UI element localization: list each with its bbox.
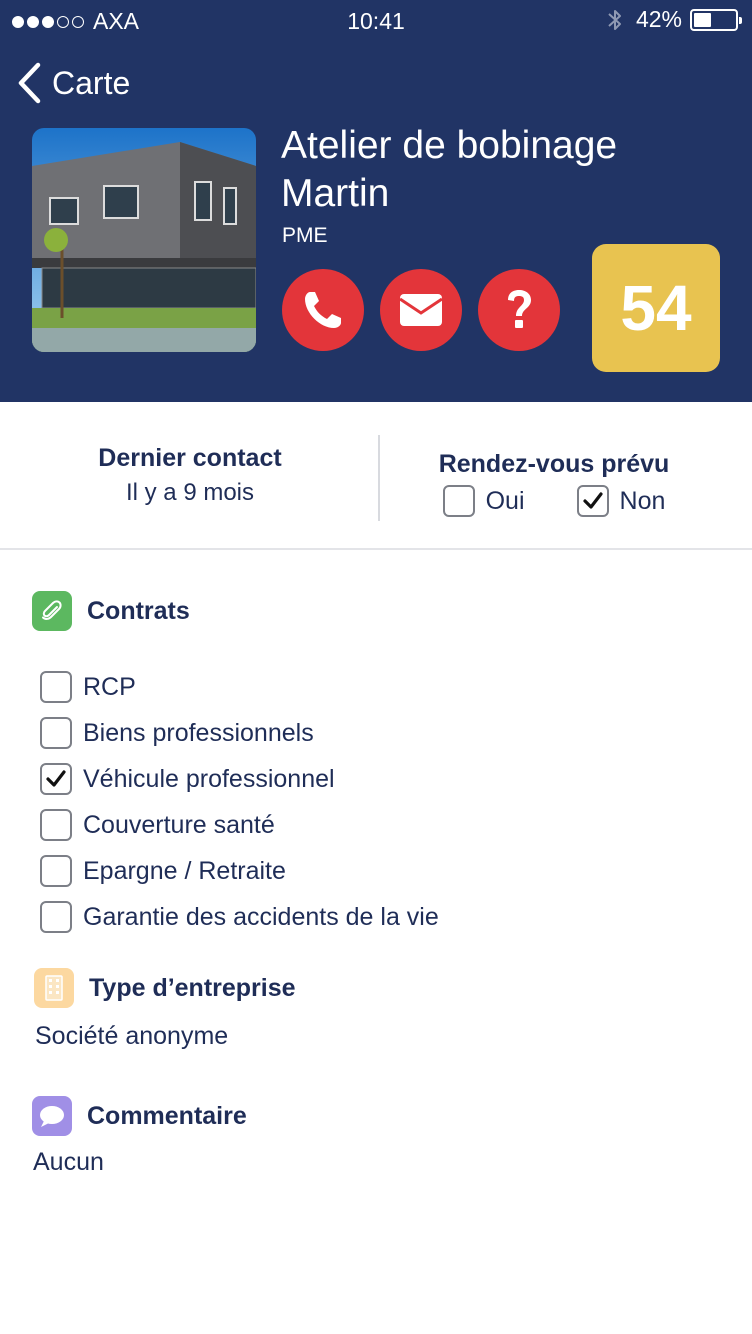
contract-label: RCP	[83, 672, 136, 701]
checkbox[interactable]	[40, 855, 72, 887]
contract-label: Véhicule professionnel	[83, 764, 335, 793]
contracts-title: Contrats	[87, 596, 190, 625]
contract-item-epargne-retraite[interactable]: Epargne / Retraite	[40, 848, 439, 894]
option-label: Non	[619, 486, 666, 515]
comment-header: Commentaire	[32, 1096, 247, 1136]
chevron-left-icon	[18, 62, 41, 104]
checkbox[interactable]	[40, 809, 72, 841]
contract-label: Garantie des accidents de la vie	[83, 902, 439, 931]
contract-item-biens-professionnels[interactable]: Biens professionnels	[40, 710, 439, 756]
call-button[interactable]	[282, 269, 364, 351]
contract-item-garantie-accidents[interactable]: Garantie des accidents de la vie	[40, 894, 439, 940]
company-type-value: Société anonyme	[35, 1022, 229, 1050]
contract-item-couverture-sante[interactable]: Couverture santé	[40, 802, 439, 848]
last-contact: Dernier contact Il y a 9 mois	[0, 444, 380, 507]
appointment-option-oui[interactable]: Oui	[442, 485, 525, 517]
option-label: Oui	[485, 486, 525, 515]
comment-value: Aucun	[33, 1148, 104, 1176]
status-right: 42%	[606, 6, 742, 33]
help-button[interactable]	[478, 269, 560, 351]
contract-label: Couverture santé	[83, 810, 275, 839]
contact-summary: Dernier contact Il y a 9 mois Rendez-vou…	[0, 402, 752, 550]
contracts-list: RCP Biens professionnels Véhicule profes…	[40, 664, 439, 940]
company-photo	[32, 128, 256, 352]
bluetooth-icon	[608, 9, 621, 30]
appointment-options: Oui Non	[380, 485, 728, 517]
contract-item-rcp[interactable]: RCP	[40, 664, 439, 710]
company-category: PME	[282, 224, 328, 247]
contract-label: Biens professionnels	[83, 718, 314, 747]
contract-label: Epargne / Retraite	[83, 856, 286, 885]
contract-item-vehicule-professionnel[interactable]: Véhicule professionnel	[40, 756, 439, 802]
score-badge: 54	[592, 244, 720, 372]
battery-percent: 42%	[635, 6, 682, 32]
checkmark-icon	[582, 492, 603, 509]
company-type-title: Type d’entreprise	[89, 973, 296, 1002]
checkbox[interactable]	[40, 671, 72, 703]
checkbox[interactable]	[40, 763, 72, 795]
email-button[interactable]	[380, 269, 462, 351]
checkbox[interactable]	[40, 717, 72, 749]
company-header: AXA 10:41 42% Carte Atelier de bobinage …	[0, 0, 752, 402]
battery-level	[694, 12, 711, 27]
appointment-option-non[interactable]: Non	[576, 485, 666, 517]
company-type-header: Type d’entreprise	[34, 968, 296, 1008]
back-label: Carte	[52, 64, 131, 101]
phone-icon	[305, 292, 341, 328]
appointment: Rendez-vous prévu Oui Non	[380, 450, 728, 517]
speech-bubble-icon	[32, 1096, 72, 1136]
back-button[interactable]: Carte	[16, 62, 130, 104]
last-contact-title: Dernier contact	[98, 444, 282, 472]
checkbox[interactable]	[442, 485, 475, 517]
paperclip-icon	[32, 591, 72, 631]
question-icon	[508, 290, 531, 328]
envelope-icon	[399, 294, 443, 326]
comment-title: Commentaire	[87, 1101, 247, 1130]
last-contact-value: Il y a 9 mois	[125, 479, 255, 506]
contracts-header: Contrats	[32, 591, 190, 631]
appointment-title: Rendez-vous prévu	[438, 450, 670, 478]
battery-icon	[690, 8, 742, 31]
company-name: Atelier de bobinage Martin	[281, 124, 618, 215]
checkmark-icon	[46, 770, 66, 787]
building-icon	[34, 968, 74, 1008]
checkbox[interactable]	[40, 901, 72, 933]
status-bar: AXA 10:41 42%	[0, 0, 752, 40]
checkbox[interactable]	[576, 485, 609, 517]
